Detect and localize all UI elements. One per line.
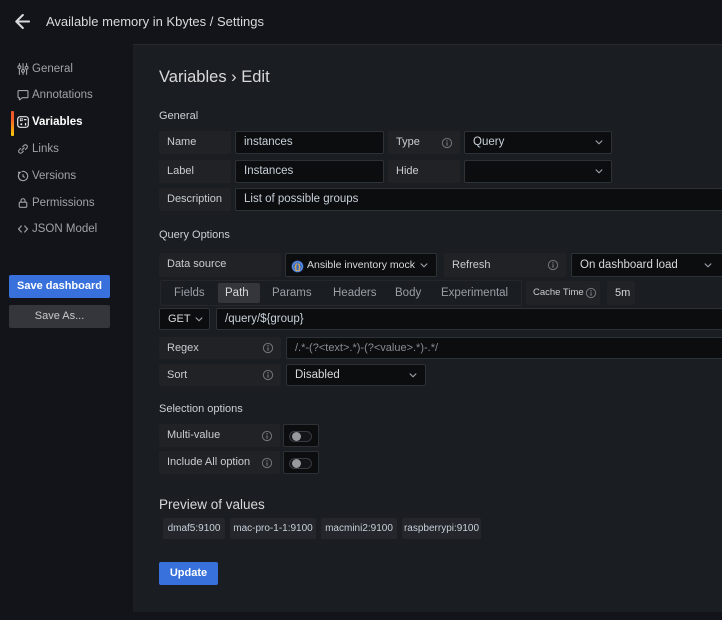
svg-text:{}: {} xyxy=(294,261,301,271)
